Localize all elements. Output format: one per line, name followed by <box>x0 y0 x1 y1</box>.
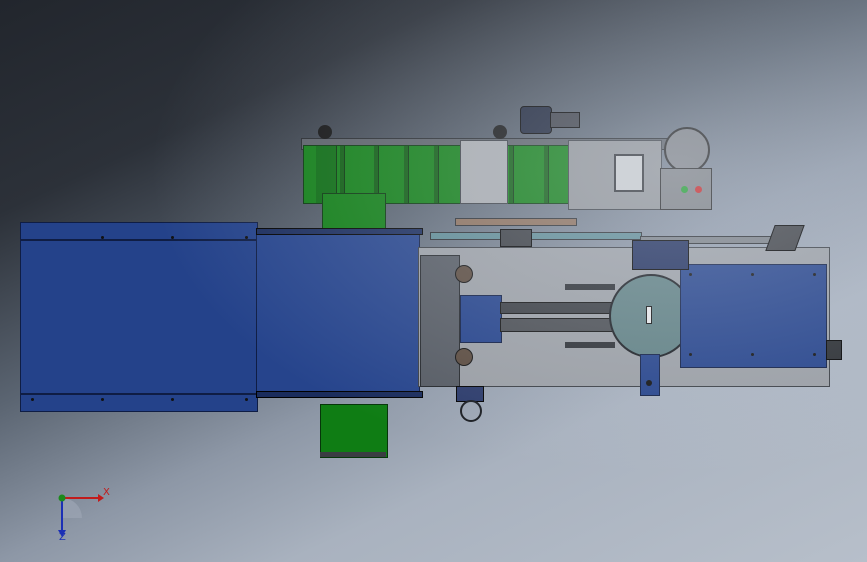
bolt <box>171 236 174 239</box>
top-conveyor-cover-plate <box>460 140 508 204</box>
table-edge-rail <box>21 239 257 241</box>
bolt <box>751 353 754 356</box>
output-table <box>680 264 827 368</box>
output-table-end-cap <box>826 340 842 360</box>
bolt <box>245 398 248 401</box>
gear-motor-icon <box>520 106 552 134</box>
valve-block <box>500 229 532 247</box>
bolt <box>101 398 104 401</box>
disc-handle-icon <box>646 306 652 324</box>
bolt <box>813 353 816 356</box>
valve-manifold <box>632 240 689 270</box>
coordinate-triad-icon <box>58 494 104 537</box>
bolt <box>689 353 692 356</box>
pneumatic-line <box>455 218 577 226</box>
belt-segment <box>509 146 514 203</box>
disc-bracket-bolt <box>646 380 652 386</box>
push-rod-upper <box>500 302 614 314</box>
press-cylinder-bottom <box>455 348 473 366</box>
belt-segment <box>544 146 549 203</box>
disc-bracket <box>640 354 660 396</box>
stop-button-icon <box>695 186 702 193</box>
infeed-table-right <box>256 232 420 394</box>
bottom-conveyor-belt <box>320 404 388 458</box>
triad-z-label: Z <box>59 532 66 543</box>
bolt <box>31 398 34 401</box>
triad-x-label: X <box>103 487 110 498</box>
top-transfer-chute <box>322 193 386 231</box>
infeed-table-left <box>20 222 258 412</box>
press-cylinder-top <box>455 265 473 283</box>
bolt <box>813 273 816 276</box>
table-edge-rail <box>21 393 257 395</box>
guide-rod-top <box>565 284 615 290</box>
guide-rod-bottom <box>565 342 615 348</box>
press-head-block <box>460 295 502 343</box>
cable-coil-icon <box>460 400 482 422</box>
bolt <box>689 273 692 276</box>
belt-segment <box>434 146 439 203</box>
cad-viewport[interactable]: X Y Z <box>0 0 867 562</box>
belt-segment <box>404 146 409 203</box>
infeed-bottom-rail <box>256 391 423 398</box>
drum-motor <box>664 127 710 173</box>
bolt <box>171 398 174 401</box>
top-conveyor-roller-mid <box>493 125 507 139</box>
infeed-gate-assembly <box>420 255 460 387</box>
bottom-conveyor-endplate <box>320 452 386 457</box>
bolt <box>751 273 754 276</box>
infeed-top-rail <box>256 228 423 235</box>
top-conveyor-roller-left <box>318 125 332 139</box>
drive-window <box>614 154 644 192</box>
bolt <box>101 236 104 239</box>
push-rod-lower <box>500 318 614 332</box>
start-button-icon <box>681 186 688 193</box>
pneumatic-line <box>430 232 642 240</box>
bolt <box>245 236 248 239</box>
gear-motor-shaft <box>550 112 580 128</box>
